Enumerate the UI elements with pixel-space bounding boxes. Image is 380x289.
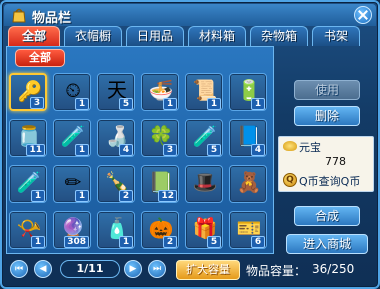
item-slot[interactable]: 🎩 bbox=[185, 165, 223, 203]
item-slot[interactable]: 🧪 5 bbox=[185, 119, 223, 157]
delete-button[interactable]: 删除 bbox=[294, 106, 360, 126]
item-count: 308 bbox=[64, 236, 89, 248]
item-slot[interactable]: 🧪 1 bbox=[9, 165, 47, 203]
item-slot[interactable]: 📗 12 bbox=[141, 165, 179, 203]
next-page-icon[interactable]: ▶ bbox=[124, 260, 142, 278]
qcoin-query-link[interactable]: Q币查询Q币 bbox=[299, 173, 360, 189]
tab-misc[interactable]: 杂物箱 bbox=[250, 26, 308, 46]
tab-daily-goods[interactable]: 日用品 bbox=[126, 26, 184, 46]
bottom-bar: ⏮ ◀ 1/11 ▶ ⏭ 扩大容量 物品容量： 36/250 bbox=[6, 256, 378, 286]
item-count: 1 bbox=[207, 98, 221, 110]
item-count: 4 bbox=[251, 144, 265, 156]
tab-all[interactable]: 全部 bbox=[8, 26, 60, 46]
capacity-label: 物品容量： bbox=[246, 264, 307, 278]
item-count: 3 bbox=[30, 97, 44, 109]
item-count: 1 bbox=[119, 236, 133, 248]
window-title: 物品栏 bbox=[32, 11, 72, 26]
item-count: 12 bbox=[158, 190, 177, 202]
bag-icon bbox=[12, 8, 26, 23]
craft-button[interactable]: 合成 bbox=[294, 206, 360, 226]
item-slot[interactable]: 🔋 1 bbox=[229, 73, 267, 111]
capacity-value: 36/250 bbox=[312, 262, 355, 276]
item-count: 1 bbox=[31, 236, 45, 248]
item-slot[interactable]: 🎁 5 bbox=[185, 211, 223, 249]
item-slot[interactable]: 🔮 308 bbox=[53, 211, 91, 249]
item-count: 6 bbox=[251, 236, 265, 248]
item-count: 1 bbox=[251, 98, 265, 110]
item-count: 1 bbox=[75, 190, 89, 202]
item-slot[interactable]: 📘 4 bbox=[229, 119, 267, 157]
qcoin-icon: Q bbox=[283, 173, 297, 187]
inventory-window: 物品栏 全部 衣帽橱 日用品 材料箱 杂物箱 书架 全部 🔑 3 ⏲ 1 天 5 🍜 1 📜 1 🔋… bbox=[0, 0, 380, 289]
item-slot[interactable]: 🧪 1 bbox=[53, 119, 91, 157]
item-slot[interactable]: ⏲ 1 bbox=[53, 73, 91, 111]
item-slot[interactable]: 📯 1 bbox=[9, 211, 47, 249]
item-slot[interactable]: ✏ 1 bbox=[53, 165, 91, 203]
item-count: 11 bbox=[26, 144, 45, 156]
item-count: 3 bbox=[163, 144, 177, 156]
close-icon[interactable] bbox=[354, 6, 372, 24]
first-page-icon[interactable]: ⏮ bbox=[10, 260, 28, 278]
item-slot[interactable]: 📜 1 bbox=[185, 73, 223, 111]
item-count: 4 bbox=[119, 144, 133, 156]
tab-materials[interactable]: 材料箱 bbox=[188, 26, 246, 46]
item-slot[interactable]: 🍜 1 bbox=[141, 73, 179, 111]
item-count: 2 bbox=[119, 190, 133, 202]
item-count: 5 bbox=[207, 236, 221, 248]
expand-capacity-button[interactable]: 扩大容量 bbox=[176, 260, 240, 280]
gold-ingot-icon bbox=[283, 141, 297, 151]
title-bar[interactable]: 物品栏 bbox=[4, 4, 376, 26]
item-slot[interactable]: 🎃 2 bbox=[141, 211, 179, 249]
item-slot[interactable]: 🎫 6 bbox=[229, 211, 267, 249]
use-button[interactable]: 使用 bbox=[294, 80, 360, 100]
item-count: 5 bbox=[119, 98, 133, 110]
enter-shop-button[interactable]: 进入商城 bbox=[286, 234, 368, 254]
prev-page-icon[interactable]: ◀ bbox=[34, 260, 52, 278]
red-hat-icon: 🎩 bbox=[192, 170, 218, 194]
item-panel: 全部 🔑 3 ⏲ 1 天 5 🍜 1 📜 1 🔋 1 🫙 11 🧪 1 🍶 4 🍀 3 🧪 5 📘 4 🧪 1 ✏ 1 🍾 2 📗 12 🎩 🧸 📯… bbox=[6, 46, 274, 254]
item-count: 1 bbox=[75, 144, 89, 156]
currency-value: 778 bbox=[325, 155, 346, 168]
item-grid: 🔑 3 ⏲ 1 天 5 🍜 1 📜 1 🔋 1 🫙 11 🧪 1 🍶 4 🍀 3 🧪 5 📘 4 🧪 1 ✏ 1 🍾 2 📗 12 🎩 🧸 📯 1 🔮 3… bbox=[9, 73, 271, 251]
subtab-all[interactable]: 全部 bbox=[15, 49, 65, 67]
page-indicator: 1/11 bbox=[60, 260, 120, 278]
currency-label: 元宝 bbox=[299, 141, 321, 154]
item-slot[interactable]: 🫙 11 bbox=[9, 119, 47, 157]
category-tabs: 全部 衣帽橱 日用品 材料箱 杂物箱 书架 bbox=[6, 26, 378, 46]
item-slot[interactable]: 🍶 4 bbox=[97, 119, 135, 157]
item-count: 1 bbox=[31, 190, 45, 202]
item-slot[interactable]: 🧴 1 bbox=[97, 211, 135, 249]
purple-figure-icon: 🧸 bbox=[236, 170, 262, 194]
last-page-icon[interactable]: ⏭ bbox=[148, 260, 166, 278]
item-slot[interactable]: 🍀 3 bbox=[141, 119, 179, 157]
item-count: 2 bbox=[163, 236, 177, 248]
item-count: 1 bbox=[75, 98, 89, 110]
tab-wardrobe[interactable]: 衣帽橱 bbox=[64, 26, 122, 46]
item-slot[interactable]: 🔑 3 bbox=[9, 73, 47, 111]
currency-panel: 元宝 778 Q Q币查询Q币 bbox=[278, 136, 374, 192]
tab-bookshelf[interactable]: 书架 bbox=[312, 26, 360, 46]
item-count: 5 bbox=[207, 144, 221, 156]
item-slot[interactable]: 🍾 2 bbox=[97, 165, 135, 203]
item-count: 1 bbox=[163, 98, 177, 110]
item-slot[interactable]: 🧸 bbox=[229, 165, 267, 203]
item-slot[interactable]: 天5 bbox=[97, 73, 135, 111]
